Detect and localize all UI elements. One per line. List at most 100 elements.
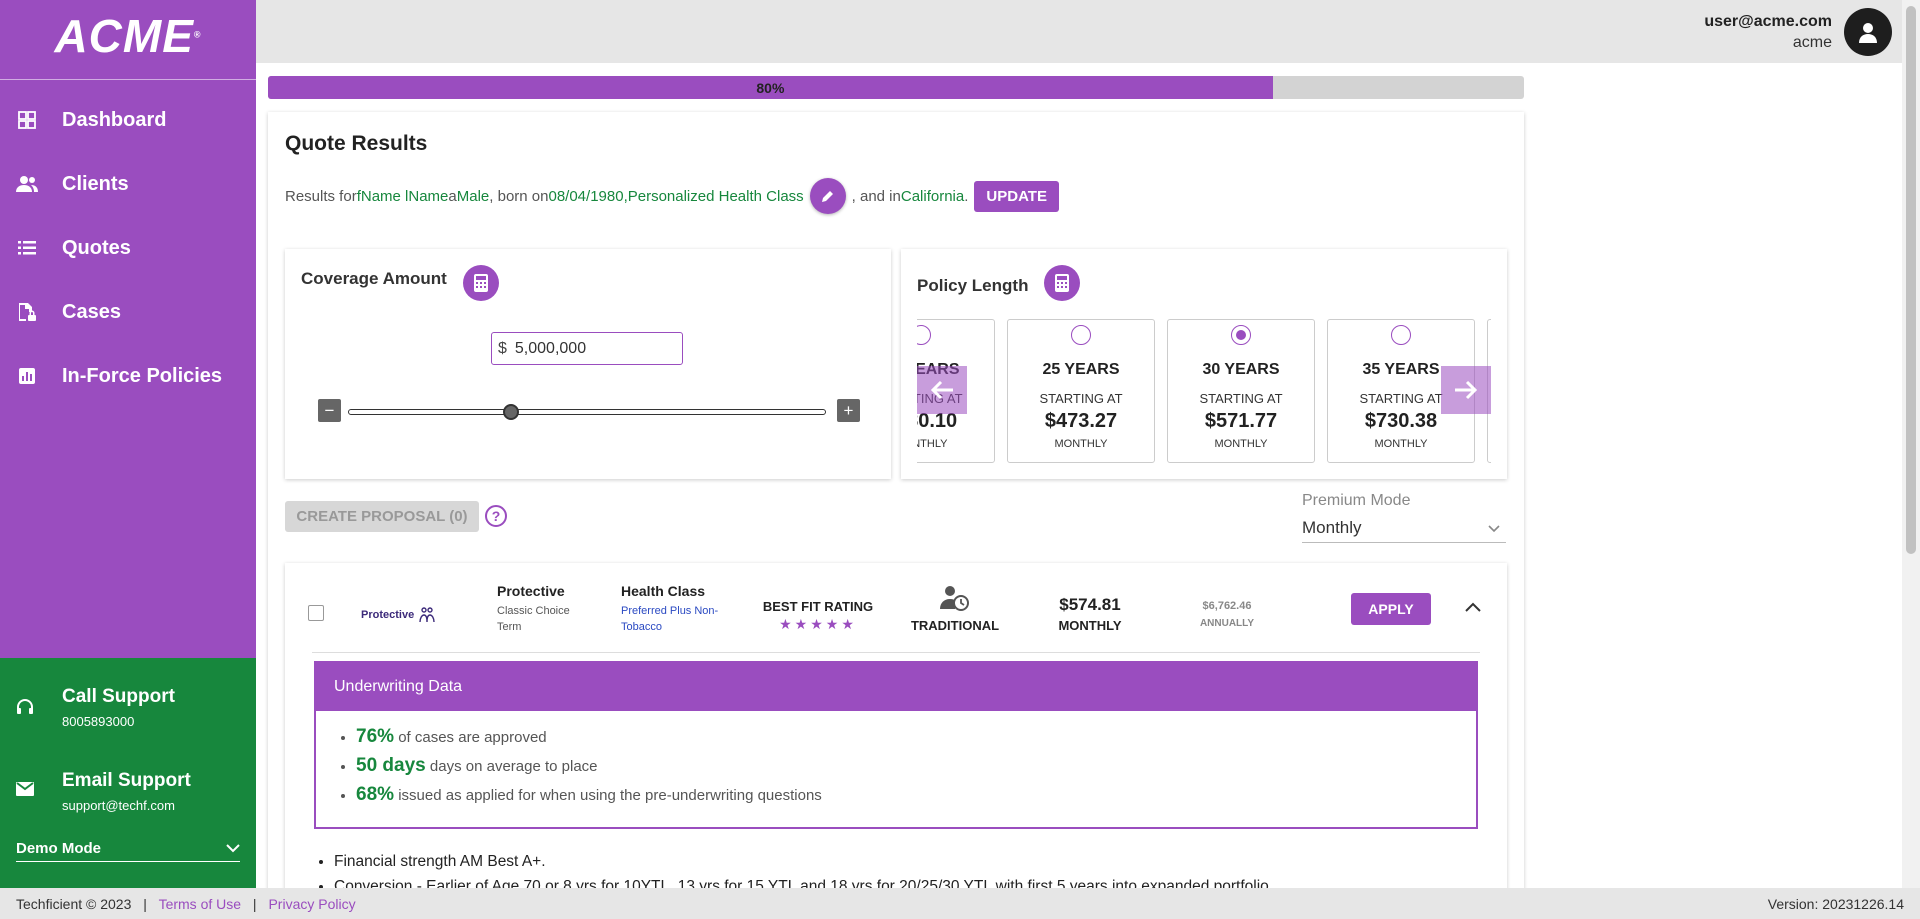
apply-button[interactable]: APPLY: [1351, 593, 1431, 625]
client-health-class: Personalized Health Class: [627, 187, 804, 205]
client-name: fName lName: [356, 187, 449, 205]
stat-text: days on average to place: [425, 758, 598, 775]
term-carousel: 20 YEARSSTARTING AT$380.10MONTHLY25 YEAR…: [917, 319, 1491, 465]
acme-logo[interactable]: ACME®: [0, 0, 256, 80]
email-support-title: Email Support: [62, 770, 191, 791]
sidebar-item-quotes[interactable]: Quotes: [0, 216, 256, 280]
increase-button[interactable]: +: [837, 399, 860, 422]
pencil-icon: [821, 191, 833, 202]
sidebar-item-in-force-policies[interactable]: In-Force Policies: [0, 344, 256, 408]
coverage-calculator-button[interactable]: [463, 265, 499, 301]
quote-result-row: Protective Protective Classic Choice Ter…: [285, 563, 1507, 653]
monthly-premium: $574.81 MONTHLY: [1045, 595, 1135, 633]
term-radio[interactable]: [1071, 325, 1091, 345]
note-item: Financial strength AM Best A+.: [334, 849, 1273, 874]
term-starting-label: STARTING AT: [1199, 391, 1283, 406]
sidebar-item-clients[interactable]: Clients: [0, 152, 256, 216]
help-icon[interactable]: ?: [485, 505, 507, 527]
arrow-right-icon: [1455, 380, 1478, 400]
client-gender: Male: [456, 187, 490, 205]
coverage-slider[interactable]: [348, 404, 826, 420]
page-title: Quote Results: [285, 132, 428, 155]
arrow-left-icon: [930, 380, 953, 400]
decrease-button[interactable]: −: [318, 399, 341, 422]
results-prefix: Results for: [285, 187, 357, 205]
radio-dot: [1236, 330, 1246, 340]
rating-label: BEST FIT RATING: [762, 599, 874, 614]
carrier-info: Protective Classic Choice Term: [497, 583, 597, 635]
coverage-amount-input[interactable]: $ 5,000,000: [491, 332, 683, 365]
term-radio[interactable]: [917, 325, 931, 345]
monthly-premium-label: MONTHLY: [1058, 618, 1122, 633]
term-row: 20 YEARSSTARTING AT$380.10MONTHLY25 YEAR…: [917, 319, 1491, 463]
premium-mode-label: Premium Mode: [1302, 492, 1411, 509]
demo-mode-select[interactable]: Demo Mode: [16, 840, 240, 862]
term-radio[interactable]: [1231, 325, 1251, 345]
create-proposal-button[interactable]: CREATE PROPOSAL (0): [285, 501, 479, 532]
sidebar-item-label: Quotes: [62, 236, 131, 259]
edit-button[interactable]: [809, 178, 846, 214]
page-scrollbar[interactable]: [1902, 0, 1920, 888]
sidebar-item-dashboard[interactable]: Dashboard: [0, 88, 256, 152]
term-period: MONTHLY: [1214, 438, 1268, 450]
headset-icon: [16, 698, 38, 721]
sidebar-item-label: Dashboard: [62, 108, 167, 131]
coverage-amount-value: 5,000,000: [514, 339, 587, 357]
logo-text: ACME®: [54, 9, 202, 62]
underwriting-stat: 50 days days on average to place: [356, 752, 1476, 781]
user-org: acme: [1792, 33, 1832, 51]
calculator-icon: [474, 274, 488, 292]
health-class-value: Preferred Plus Non-Tobacco: [621, 605, 719, 633]
best-fit-rating: BEST FIT RATING ★★★★★: [760, 599, 876, 633]
coverage-amount-panel: Coverage Amount $ 5,000,000 − +: [285, 249, 891, 479]
call-support[interactable]: Call Support 8005893000: [0, 658, 256, 742]
terms-link[interactable]: Terms of Use: [159, 896, 241, 912]
premium-mode-select[interactable]: Monthly: [1302, 514, 1506, 543]
annual-premium-label: ANNUALLY: [1199, 618, 1255, 629]
quote-result-card: Protective Protective Classic Choice Ter…: [285, 563, 1507, 919]
carousel-prev-button[interactable]: [917, 366, 967, 414]
carrier-name: Protective: [497, 583, 565, 599]
avatar[interactable]: [1844, 8, 1892, 56]
user-menu[interactable]: user@acme.com acme: [1704, 8, 1892, 56]
update-button[interactable]: UPDATE: [974, 180, 1059, 212]
scrollbar-thumb[interactable]: [1906, 6, 1916, 554]
carousel-next-button[interactable]: [1441, 366, 1491, 414]
product-name: Classic Choice Term: [497, 605, 570, 633]
client-state: California: [900, 187, 965, 205]
underwriting-type: TRADITIONAL: [905, 585, 1005, 633]
annual-premium: $6,762.46 ANNUALLY: [1187, 600, 1267, 629]
privacy-link[interactable]: Privacy Policy: [268, 896, 355, 912]
sidebar-nav: Dashboard Clients Quotes Cases In-Force …: [0, 80, 256, 408]
underwriting-type-label: TRADITIONAL: [910, 618, 1000, 633]
chevron-up-icon: [1465, 602, 1481, 612]
stat-value: 68%: [356, 784, 395, 805]
health-class-info: Health Class Preferred Plus Non-Tobacco: [621, 583, 736, 635]
sidebar-item-cases[interactable]: Cases: [0, 280, 256, 344]
chevron-down-icon: [1488, 518, 1500, 538]
footer: Techficient © 2023 | Terms of Use | Priv…: [0, 888, 1920, 919]
call-support-number: 8005893000: [62, 714, 135, 729]
footer-left: Techficient © 2023 | Terms of Use | Priv…: [16, 896, 356, 912]
term-period: MONTHLY: [1488, 438, 1491, 450]
policy-calculator-button[interactable]: [1044, 265, 1080, 301]
slider-handle[interactable]: [502, 404, 519, 420]
term-years: 25 YEARS: [1042, 361, 1120, 378]
term-radio[interactable]: [1391, 325, 1411, 345]
underwriting-stat: 76% of cases are approved: [356, 723, 1476, 752]
term-option[interactable]: 30 YEARS STARTING AT $571.77 MONTHLY: [1167, 319, 1315, 463]
star-icon: ★: [779, 616, 795, 632]
carrier-logo: Protective: [361, 607, 436, 623]
user-email: user@acme.com: [1704, 12, 1832, 30]
underwriting-data-box: Underwriting Data 76% of cases are appro…: [314, 661, 1478, 829]
email-support[interactable]: Email Support support@techf.com: [0, 742, 256, 826]
select-checkbox[interactable]: [308, 605, 324, 621]
term-price: $473.27: [1044, 410, 1118, 432]
term-option[interactable]: 25 YEARS STARTING AT $473.27 MONTHLY: [1007, 319, 1155, 463]
results-dot: .: [964, 187, 969, 205]
term-period: MONTHLY: [917, 438, 948, 450]
rating-stars: ★★★★★: [760, 616, 876, 633]
footer-divider: |: [252, 895, 257, 912]
progress-fill: 80%: [268, 76, 1273, 99]
collapse-button[interactable]: [1465, 599, 1481, 617]
